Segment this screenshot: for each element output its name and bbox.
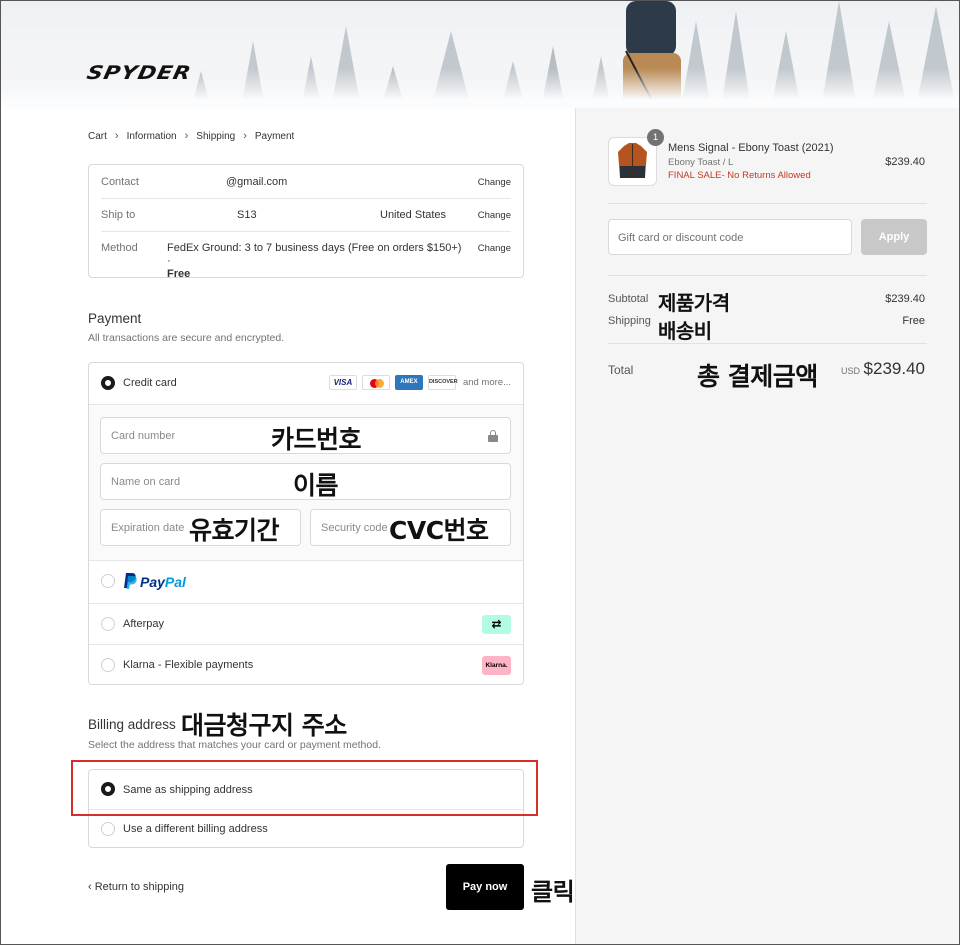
- change-method-link[interactable]: Change: [478, 243, 511, 254]
- afterpay-label: Afterpay: [123, 618, 164, 630]
- subtotal-label: Subtotal: [608, 293, 649, 305]
- annotation-total: 총 결제금액: [697, 362, 818, 391]
- paypal-logo: PayPal: [140, 574, 186, 590]
- shipto-value: S13: [237, 209, 257, 221]
- card-logos: VISA AMEX DISCOVER and more...: [328, 375, 511, 390]
- quantity-badge: 1: [647, 129, 664, 146]
- product-price: $239.40: [885, 156, 925, 168]
- different-address-radio[interactable]: [101, 822, 115, 836]
- credit-card-radio[interactable]: [101, 376, 115, 390]
- discount-code-input[interactable]: Gift card or discount code: [608, 219, 852, 255]
- divider: [608, 203, 927, 204]
- highlight-box: [71, 760, 538, 816]
- change-contact-link[interactable]: Change: [478, 177, 511, 188]
- product-name: Mens Signal - Ebony Toast (2021): [668, 142, 834, 154]
- security-code-placeholder: Security code: [321, 522, 388, 534]
- shipto-label: Ship to: [101, 209, 136, 221]
- return-to-shipping-link[interactable]: ‹ Return to shipping: [88, 881, 184, 893]
- review-info-box: Contact @gmail.com Change Ship to S13 Un…: [88, 164, 524, 281]
- spyder-logo[interactable]: SPYDER: [85, 63, 194, 84]
- subtotal-value: $239.40: [885, 293, 925, 305]
- annotation-billing: 대금청구지 주소: [181, 711, 347, 740]
- payment-subtitle: All transactions are secure and encrypte…: [88, 332, 285, 344]
- afterpay-option[interactable]: Afterpay ⇄: [89, 604, 523, 644]
- name-on-card-placeholder: Name on card: [111, 476, 181, 488]
- credit-card-label: Credit card: [123, 377, 177, 389]
- amex-icon: AMEX: [394, 375, 423, 390]
- annotation-expiry: 유효기간: [189, 516, 280, 545]
- contact-label: Contact: [101, 176, 139, 188]
- klarna-icon: Klarna.: [482, 656, 511, 675]
- afterpay-radio[interactable]: [101, 617, 115, 631]
- divider: [101, 231, 511, 232]
- contact-value: @gmail.com: [226, 176, 288, 188]
- pay-now-button[interactable]: Pay now: [446, 864, 524, 910]
- breadcrumb-cart[interactable]: Cart: [88, 131, 107, 142]
- mastercard-icon: [361, 375, 390, 390]
- discover-icon: DISCOVER: [427, 375, 458, 390]
- more-cards-label: and more...: [462, 377, 511, 388]
- apply-button[interactable]: Apply: [861, 219, 927, 255]
- klarna-label: Klarna - Flexible payments: [123, 659, 254, 671]
- divider: [608, 275, 927, 276]
- klarna-radio[interactable]: [101, 658, 115, 672]
- lock-icon: [488, 430, 498, 442]
- afterpay-icon: ⇄: [482, 615, 511, 634]
- chevron-left-icon: ‹: [88, 881, 95, 893]
- klarna-option[interactable]: Klarna - Flexible payments Klarna.: [89, 645, 523, 684]
- product-variant: Ebony Toast / L: [668, 157, 734, 168]
- checkout-page: SPYDER Cart › Information › Shipping › P…: [0, 0, 960, 945]
- chevron-right-icon: ›: [184, 130, 189, 142]
- breadcrumb-payment: Payment: [254, 130, 295, 142]
- billing-title: Billing address: [88, 717, 176, 732]
- payment-title: Payment: [88, 311, 142, 326]
- chevron-right-icon: ›: [114, 130, 119, 142]
- divider: [101, 198, 511, 199]
- shipping-value: Free: [902, 315, 925, 327]
- paypal-radio[interactable]: [101, 574, 115, 588]
- total-currency: USD: [841, 366, 861, 376]
- paypal-option[interactable]: PayPal: [89, 562, 523, 603]
- discount-placeholder: Gift card or discount code: [618, 232, 744, 244]
- breadcrumb-information[interactable]: Information: [127, 131, 177, 142]
- visa-icon: VISA: [328, 375, 357, 390]
- shipping-label: Shipping: [608, 315, 651, 327]
- expiration-placeholder: Expiration date: [111, 522, 185, 534]
- method-text: FedEx Ground: 3 to 7 business days (Free…: [167, 242, 462, 267]
- paypal-icon: [124, 573, 137, 589]
- final-sale-note: FINAL SALE- No Returns Allowed: [668, 170, 811, 181]
- annotation-name: 이름: [293, 471, 339, 500]
- card-number-placeholder: Card number: [111, 430, 176, 442]
- annotation-cvc: CVC번호: [389, 516, 489, 545]
- total-value: $239.40: [863, 359, 925, 378]
- breadcrumb-shipping[interactable]: Shipping: [196, 131, 235, 142]
- different-address-label: Use a different billing address: [123, 823, 268, 835]
- annotation-click: 클릭: [531, 878, 575, 906]
- hero-banner: SPYDER: [1, 1, 959, 108]
- change-shipto-link[interactable]: Change: [478, 210, 511, 221]
- annotation-product-price: 제품가격: [658, 291, 730, 315]
- annotation-card-number: 카드번호: [271, 425, 362, 454]
- divider: [608, 343, 927, 344]
- return-label: Return to shipping: [94, 881, 185, 893]
- method-price: Free: [167, 268, 191, 280]
- method-value: FedEx Ground: 3 to 7 business days (Free…: [167, 242, 467, 281]
- chevron-right-icon: ›: [243, 130, 247, 142]
- annotation-shipping-fee: 배송비: [658, 319, 712, 343]
- total-label: Total: [608, 363, 634, 377]
- credit-card-option[interactable]: Credit card VISA AMEX DISCOVER and more.…: [89, 363, 523, 404]
- breadcrumb: Cart › Information › Shipping › Payment: [88, 130, 294, 142]
- jacket-image: [618, 143, 647, 178]
- shipto-country: United States: [380, 209, 447, 221]
- method-label: Method: [101, 242, 138, 254]
